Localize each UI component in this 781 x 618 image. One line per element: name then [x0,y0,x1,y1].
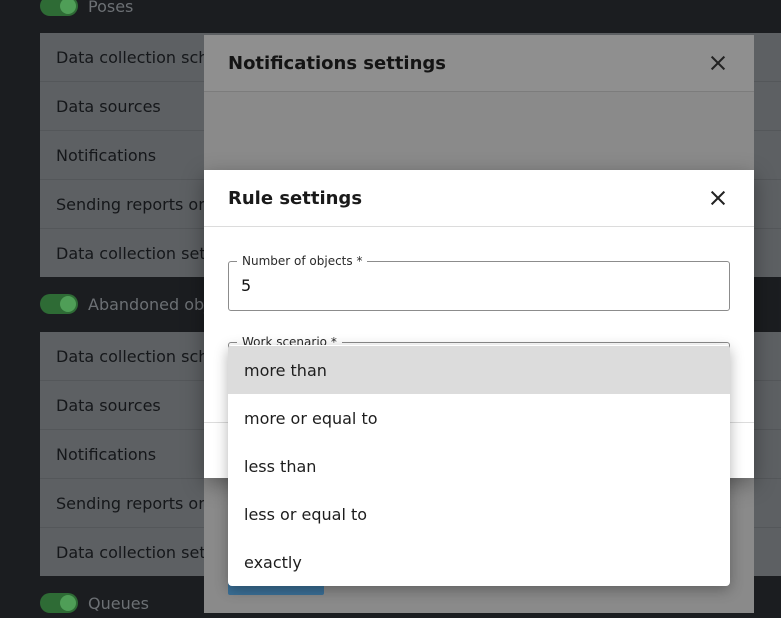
menu-option-more-or-equal[interactable]: more or equal to [228,394,730,442]
abandoned-objects-toggle[interactable] [40,294,78,314]
section-poses: Poses [40,0,133,21]
menu-option-exactly[interactable]: exactly [228,538,730,586]
field-value: 5 [241,276,252,295]
dialog-title: Notifications settings [228,52,447,74]
menu-option-less-or-equal[interactable]: less or equal to [228,490,730,538]
section-title: Abandoned obje [88,294,219,314]
close-icon[interactable] [706,51,730,75]
close-icon[interactable] [706,186,730,210]
dialog-title: Rule settings [228,187,363,209]
menu-option-less-than[interactable]: less than [228,442,730,490]
work-scenario-menu: more than more or equal to less than les… [228,345,730,586]
poses-toggle[interactable] [40,0,78,16]
section-abandoned-objects: Abandoned obje [40,289,218,319]
section-title: Queues [88,593,149,613]
section-title: Poses [88,0,134,16]
field-label: Number of objects * [237,253,368,269]
menu-option-more-than[interactable]: more than [228,346,730,394]
queues-toggle[interactable] [40,593,78,613]
section-queues: Queues [40,588,149,618]
dialog-header: Notifications settings [204,35,754,92]
dialog-header: Rule settings [204,170,754,227]
number-of-objects-field[interactable]: Number of objects * 5 [228,253,730,311]
